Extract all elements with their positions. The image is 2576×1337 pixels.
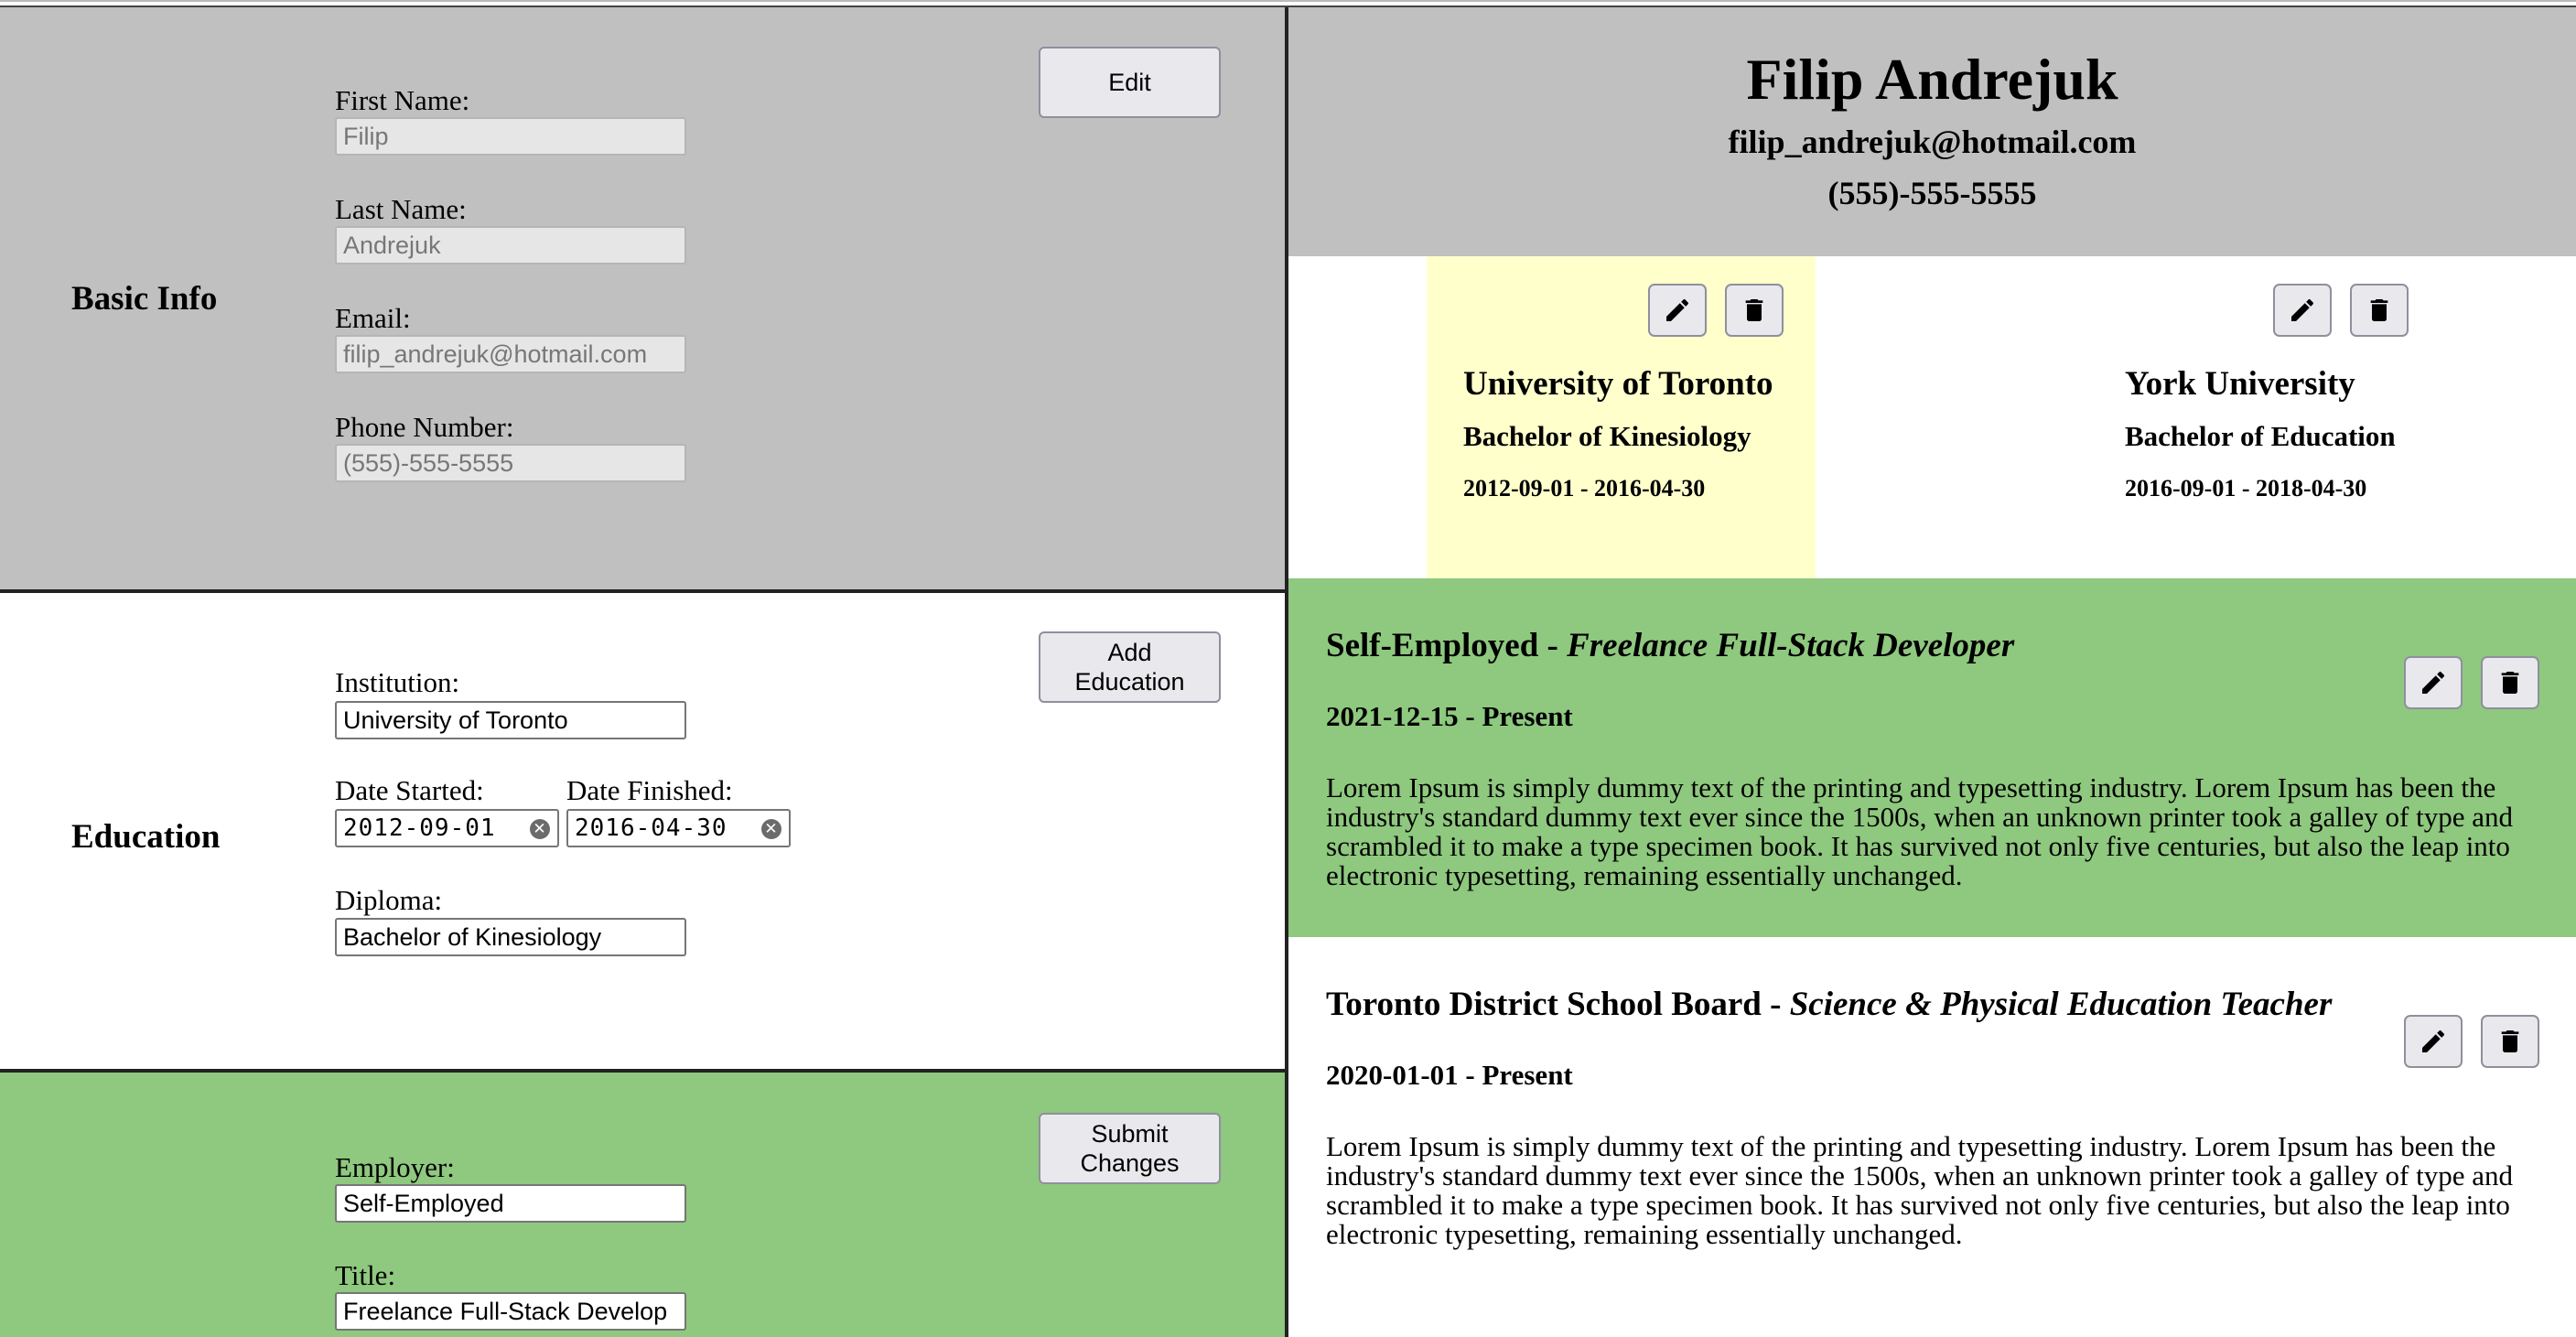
education-institution: University of Toronto (1463, 365, 1773, 403)
phone-label: Phone Number: (335, 411, 514, 443)
experience-title: Freelance Full-Stack Developer (1567, 627, 2015, 664)
date-finished-input[interactable]: 2016-04-30 ✕ (566, 809, 791, 847)
experience-card: Self-Employed - Freelance Full-Stack Dev… (1288, 578, 2576, 937)
submit-line2: Changes (1080, 1149, 1180, 1177)
edit-button[interactable]: Edit (1039, 47, 1221, 118)
trash-icon (2370, 299, 2388, 321)
edit-experience-button[interactable] (2404, 656, 2463, 709)
trash-icon (2501, 1030, 2519, 1052)
diploma-input[interactable]: Bachelor of Kinesiology (335, 918, 686, 956)
basic-info-title: Basic Info (71, 280, 218, 318)
last-name-input[interactable]: Andrejuk (335, 226, 686, 264)
add-education-line1: Add (1107, 639, 1152, 666)
phone-input[interactable]: (555)-555-5555 (335, 444, 686, 482)
trash-icon (1745, 299, 1763, 321)
delete-experience-button[interactable] (2481, 656, 2539, 709)
experience-dates: 2020-01-01 - Present (1326, 1059, 1573, 1091)
form-panel: Basic Info Edit First Name: Filip Last N… (0, 7, 1285, 1337)
date-finished-label: Date Finished: (566, 774, 733, 806)
delete-education-button[interactable] (1725, 284, 1784, 337)
window-top-border (0, 0, 2576, 7)
submit-changes-button[interactable]: Submit Changes (1039, 1113, 1221, 1184)
experience-heading: Toronto District School Board - Science … (1326, 985, 2332, 1024)
delete-experience-button[interactable] (2481, 1015, 2539, 1068)
delete-education-button[interactable] (2350, 284, 2409, 337)
education-card: University of Toronto Bachelor of Kinesi… (1427, 256, 1816, 578)
email-label: Email: (335, 302, 411, 334)
edit-education-button[interactable] (1648, 284, 1707, 337)
title-label: Title: (335, 1259, 396, 1291)
resume-education: University of Toronto Bachelor of Kinesi… (1288, 256, 2576, 578)
experience-description: Lorem Ipsum is simply dummy text of the … (1326, 1130, 2513, 1250)
pencil-icon (2291, 298, 2314, 321)
submit-line1: Submit (1091, 1120, 1169, 1148)
employer-label: Employer: (335, 1151, 455, 1183)
edit-education-button[interactable] (2273, 284, 2332, 337)
first-name-label: First Name: (335, 84, 470, 116)
experience-dates: 2021-12-15 - Present (1326, 700, 1573, 732)
education-card: York University Bachelor of Education 20… (2088, 256, 2477, 578)
date-started-input[interactable]: 2012-09-01 ✕ (335, 809, 559, 847)
add-education-line2: Education (1074, 668, 1185, 695)
experience-heading: Self-Employed - Freelance Full-Stack Dev… (1326, 626, 2014, 665)
employer-input[interactable]: Self-Employed (335, 1184, 686, 1223)
resume-name: Filip Andrejuk (1746, 47, 2118, 112)
resume-preview: Filip Andrejuk filip_andrejuk@hotmail.co… (1288, 7, 2576, 1337)
education-title: Education (71, 818, 221, 856)
diploma-label: Diploma: (335, 884, 443, 916)
education-institution: York University (2125, 365, 2355, 403)
resume-phone: (555)-555-5555 (1827, 175, 2037, 211)
date-started-label: Date Started: (335, 774, 484, 806)
experience-separator: - (1538, 627, 1568, 664)
title-input[interactable]: Freelance Full-Stack Develop (335, 1292, 686, 1331)
education-degree: Bachelor of Kinesiology (1463, 420, 1751, 452)
education-degree: Bachelor of Education (2125, 420, 2396, 452)
experience-section: Submit Changes Employer: Self-Employed Ti… (0, 1073, 1285, 1337)
clear-icon[interactable]: ✕ (530, 819, 550, 839)
resume-email: filip_andrejuk@hotmail.com (1728, 124, 2137, 160)
education-dates: 2012-09-01 - 2016-04-30 (1463, 475, 1706, 501)
experience-employer: Self-Employed (1326, 627, 1539, 664)
date-started-value: 2012-09-01 (343, 814, 496, 842)
email-input[interactable]: filip_andrejuk@hotmail.com (335, 335, 686, 373)
experience-employer: Toronto District School Board (1326, 986, 1762, 1023)
experience-card: Toronto District School Board - Science … (1288, 937, 2576, 1337)
institution-input[interactable]: University of Toronto (335, 701, 686, 739)
education-section: Education Add Education Institution: Univ… (0, 593, 1285, 1073)
pencil-icon (2422, 671, 2445, 694)
resume-header: Filip Andrejuk filip_andrejuk@hotmail.co… (1288, 7, 2576, 256)
education-dates: 2016-09-01 - 2018-04-30 (2125, 475, 2367, 501)
last-name-label: Last Name: (335, 193, 467, 225)
experience-separator: - (1761, 986, 1790, 1023)
institution-label: Institution: (335, 666, 460, 698)
pencil-icon (1666, 298, 1689, 321)
experience-title: Science & Physical Education Teacher (1789, 986, 2333, 1023)
trash-icon (2501, 672, 2519, 694)
first-name-input[interactable]: Filip (335, 117, 686, 156)
pencil-icon (2422, 1030, 2445, 1052)
add-education-button[interactable]: Add Education (1039, 631, 1221, 703)
basic-info-section: Basic Info Edit First Name: Filip Last N… (0, 7, 1285, 593)
clear-icon[interactable]: ✕ (761, 819, 781, 839)
date-finished-value: 2016-04-30 (575, 814, 728, 842)
edit-experience-button[interactable] (2404, 1015, 2463, 1068)
experience-description: Lorem Ipsum is simply dummy text of the … (1326, 771, 2513, 891)
